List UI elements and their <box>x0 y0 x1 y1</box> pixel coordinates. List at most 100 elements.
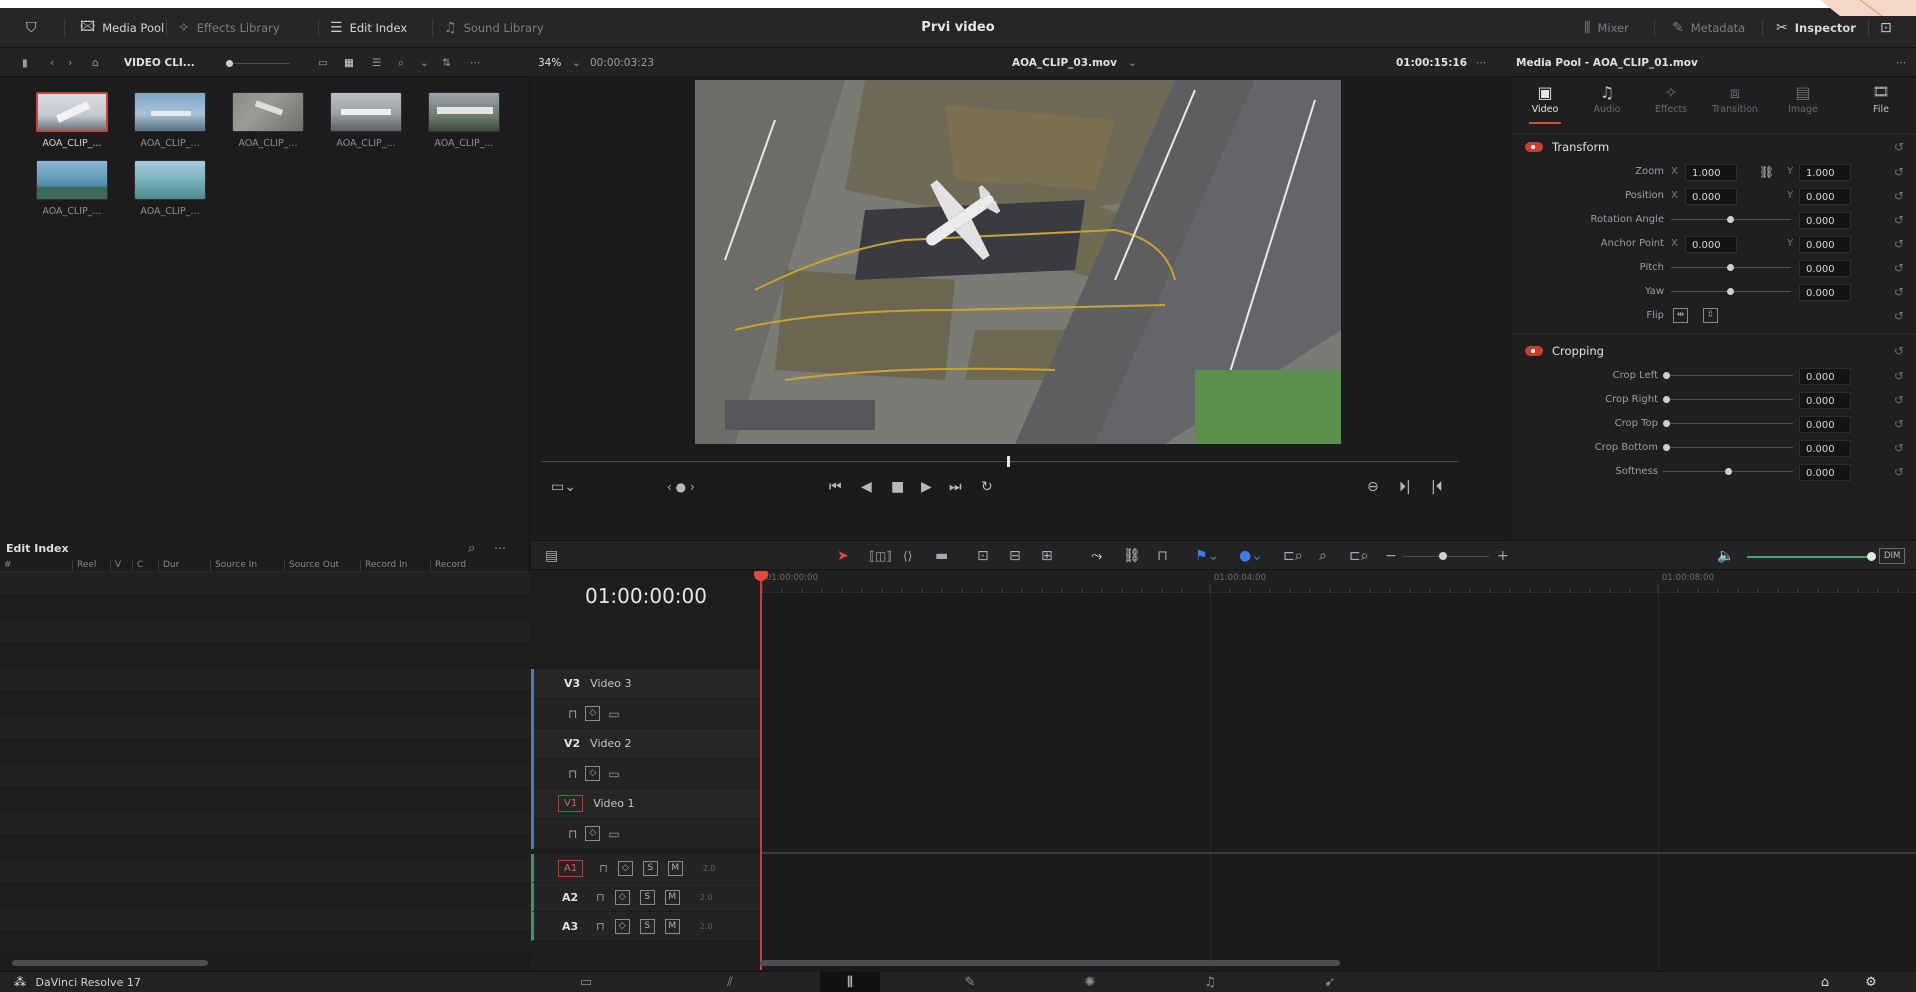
fairlight-page-icon[interactable]: ♫ <box>1180 972 1240 992</box>
track-v1[interactable]: V1 Video 1 ⊓ ◇ ▭ <box>531 789 761 849</box>
table-row[interactable] <box>0 620 530 644</box>
trim-tool-icon[interactable]: ⟦◫⟧ <box>869 541 892 571</box>
viewer-frame[interactable] <box>695 80 1341 444</box>
timeline-view-options-icon[interactable]: ▤ <box>545 541 558 571</box>
column-header[interactable]: Source In <box>210 558 284 571</box>
more-options-icon[interactable]: ⋯ <box>494 541 506 555</box>
auto-select-icon[interactable]: ◇ <box>614 918 630 934</box>
table-row[interactable] <box>0 932 530 956</box>
transform-section-header[interactable]: Transform ↺ <box>1511 134 1916 160</box>
auto-select-icon[interactable]: ◇ <box>585 826 601 841</box>
solo-button[interactable]: S <box>639 889 655 905</box>
column-header[interactable]: Record <box>430 558 480 571</box>
destination-control[interactable]: A1 <box>558 859 584 877</box>
clip-name-chevron-icon[interactable]: ⌄ <box>1128 49 1137 77</box>
go-to-end-icon[interactable]: ⏭ <box>949 472 962 502</box>
zoom-y-field[interactable]: 1.000 <box>1799 164 1851 181</box>
search-icon[interactable]: ⌕ <box>398 49 404 77</box>
timeline-zoom-slider[interactable] <box>1399 541 1489 571</box>
media-clip[interactable]: AOA_CLIP_... <box>228 92 308 149</box>
list-view-icon[interactable]: ☰ <box>372 49 381 77</box>
insert-clip-icon[interactable]: ⊡ <box>977 541 989 571</box>
sort-icon[interactable]: ⇅ <box>442 49 451 77</box>
cropping-section-header[interactable]: Cropping ↺ <box>1511 338 1916 364</box>
slider-knob[interactable] <box>1663 420 1670 427</box>
timeline-ruler[interactable]: 01:00:00:00 01:00:04:00 01:00:08:00 <box>762 571 1916 593</box>
viewer-scrubber[interactable] <box>531 456 1509 468</box>
table-row[interactable] <box>0 668 530 692</box>
column-header[interactable]: Dur <box>158 558 210 571</box>
track-name[interactable]: Video 3 <box>590 677 631 690</box>
edit-index-scrollbar[interactable] <box>12 960 208 966</box>
selection-tool-icon[interactable]: ➤ <box>837 541 849 571</box>
slider-knob[interactable] <box>1663 372 1670 379</box>
table-row[interactable] <box>0 764 530 788</box>
auto-select-icon[interactable]: ◇ <box>585 766 601 781</box>
flip-vertical-icon[interactable]: ⇳ <box>1703 308 1718 323</box>
zoom-chevron-icon[interactable]: ⌄ <box>572 49 581 77</box>
search-icon[interactable]: ⌕ <box>468 541 475 556</box>
link-icon[interactable]: ⛓ <box>1759 160 1774 184</box>
volume-slider[interactable] <box>1743 541 1876 571</box>
reset-icon[interactable]: ↺ <box>1894 232 1904 256</box>
bin-name[interactable]: VIDEO CLI... <box>124 49 195 77</box>
table-row[interactable] <box>0 860 530 884</box>
snapping-icon[interactable]: ⤳ <box>1091 541 1102 571</box>
track-v2[interactable]: V2 Video 2 ⊓ ◇ ▭ <box>531 729 761 789</box>
flip-horizontal-icon[interactable]: ⇹ <box>1673 308 1688 323</box>
mute-button[interactable]: M <box>664 918 680 934</box>
media-clip[interactable]: AOA_CLIP_... <box>32 160 112 217</box>
track-a1[interactable]: A1 ⊓ ◇ S M 2.0 <box>531 854 761 883</box>
reset-icon[interactable]: ↺ <box>1894 436 1904 460</box>
metadata-button[interactable]: ✎ Metadata <box>1672 8 1745 48</box>
bin-path-icon[interactable]: ⌂ <box>92 49 99 77</box>
viewer-clip-name[interactable]: AOA_CLIP_03.mov <box>1012 49 1117 77</box>
home-icon[interactable]: ⌂ <box>1810 972 1840 992</box>
mark-out-icon[interactable]: |⏴ <box>1431 472 1443 502</box>
lock-icon[interactable]: ⊓ <box>596 920 605 933</box>
flag-icon[interactable]: ⚑⌄ <box>1195 541 1219 571</box>
track-v3[interactable]: V3 Video 3 ⊓ ◇ ▭ <box>531 669 761 729</box>
detail-zoom-icon[interactable]: ⌕ <box>1319 541 1327 571</box>
reset-icon[interactable]: ↺ <box>1894 338 1904 364</box>
reset-icon[interactable]: ↺ <box>1894 134 1904 160</box>
chevron-down-icon[interactable]: ⌄ <box>420 49 429 77</box>
reset-icon[interactable]: ↺ <box>1894 160 1904 184</box>
lock-icon[interactable]: ⊓ <box>599 862 608 875</box>
rotation-field[interactable]: 0.000 <box>1799 212 1851 229</box>
yaw-field[interactable]: 0.000 <box>1799 284 1851 301</box>
media-clip[interactable]: AOA_CLIP_... <box>32 92 112 149</box>
anchor-y-field[interactable]: 0.000 <box>1799 236 1851 253</box>
reset-icon[interactable]: ↺ <box>1894 184 1904 208</box>
crop-right-field[interactable]: 0.000 <box>1799 392 1851 409</box>
crop-top-field[interactable]: 0.000 <box>1799 416 1851 433</box>
monitor-icon[interactable]: ▭ <box>608 707 619 721</box>
lock-icon[interactable]: ⊓ <box>568 767 577 781</box>
reset-icon[interactable]: ↺ <box>1894 412 1904 436</box>
lock-icon[interactable]: ⊓ <box>596 891 605 904</box>
column-header[interactable]: # <box>0 559 72 571</box>
mute-button[interactable]: M <box>664 889 680 905</box>
mark-in-icon[interactable]: ⏵| <box>1399 472 1411 502</box>
dim-button[interactable]: DIM <box>1879 548 1906 564</box>
position-lock-icon[interactable]: ⊓ <box>1157 541 1168 571</box>
column-header[interactable]: C <box>132 558 158 571</box>
column-header[interactable]: V <box>110 558 132 571</box>
thumbnail-view-icon[interactable]: ▦ <box>344 49 354 77</box>
timeline-tracks-area[interactable] <box>762 593 1916 970</box>
more-options-icon[interactable]: ⋯ <box>470 49 481 77</box>
scrubber-playhead[interactable] <box>1007 456 1010 467</box>
slider-knob[interactable] <box>1725 468 1732 475</box>
tab-effects[interactable]: ✧ Effects <box>1643 82 1699 115</box>
viewer-zoom[interactable]: 34% <box>538 49 561 77</box>
speaker-icon[interactable]: 🔈 <box>1717 541 1734 571</box>
reset-icon[interactable]: ↺ <box>1894 364 1904 388</box>
track-name[interactable]: Video 1 <box>593 797 634 810</box>
tab-image[interactable]: ▤ Image <box>1775 82 1831 115</box>
viewer-options-icon[interactable]: ⋯ <box>1476 49 1487 77</box>
sidebar-toggle-icon[interactable]: ▮ <box>22 49 28 77</box>
table-row[interactable] <box>0 596 530 620</box>
reset-icon[interactable]: ↺ <box>1894 208 1904 232</box>
edit-index-button[interactable]: ☰ Edit Index <box>330 8 407 48</box>
media-pool-button[interactable]: 🖾 Media Pool <box>80 8 164 48</box>
